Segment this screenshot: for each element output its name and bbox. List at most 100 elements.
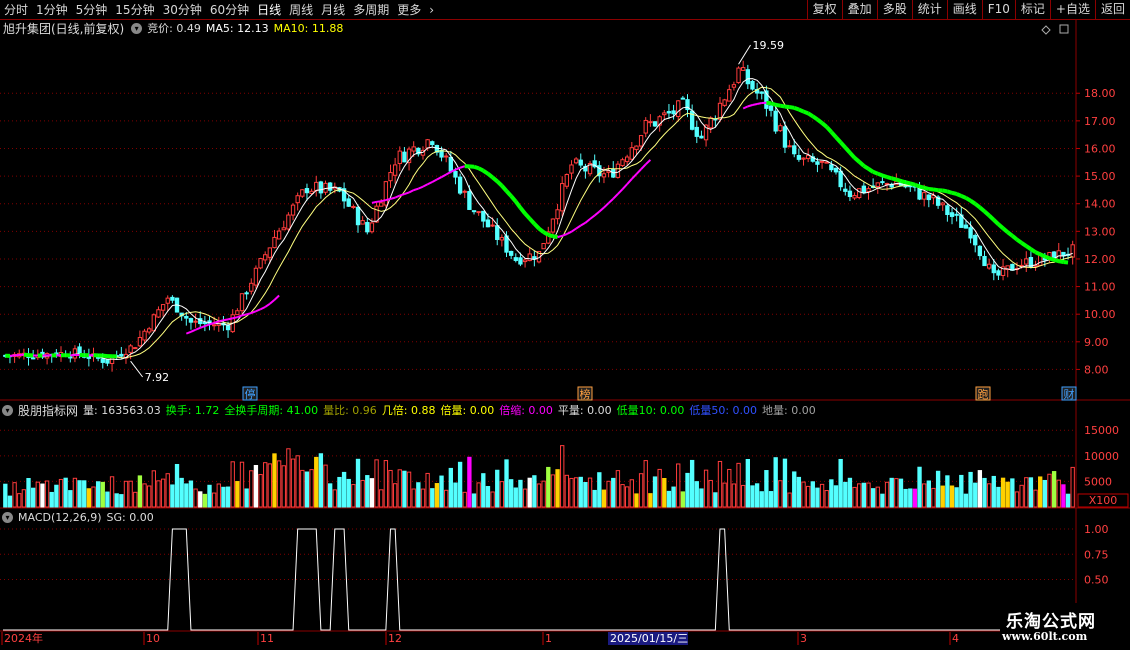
tool-button-8[interactable]: 返回 [1094,0,1130,20]
candle-body [852,195,857,199]
candle-body [991,264,996,274]
candle-body [263,254,268,261]
candle-body [225,325,231,331]
trend-line-segment [594,210,600,217]
candle-body [490,224,495,227]
tool-button-1[interactable]: 叠加 [841,0,877,20]
price-tick-label: 8.00 [1084,363,1109,376]
trend-line-segment [580,221,586,227]
period-tab-10[interactable]: 更多 [393,0,425,20]
candle-body [550,218,556,233]
volume-bar [662,478,667,508]
date-tick-label: 10 [146,632,160,645]
volume-bar [973,482,978,508]
period-tab-0[interactable]: 分时 [0,0,32,20]
period-tab-3[interactable]: 15分钟 [111,0,158,20]
volume-bar [365,475,370,508]
volume-bar [397,469,402,508]
candle-body [392,164,398,176]
date-tick-label: 2024年 [4,631,43,645]
volume-bar [230,461,235,508]
kline-chart[interactable]: 18.0017.0016.0015.0014.0013.0012.0011.00… [0,0,1130,650]
candle-body [518,257,523,265]
trend-line-segment [635,168,642,175]
period-tab-5[interactable]: 60分钟 [206,0,253,20]
circle-dropdown-icon[interactable]: ▾ [2,405,13,416]
candle-body [986,263,992,269]
high-pointer [738,44,751,65]
volume-tick-label: 10000 [1084,450,1119,463]
tool-button-3[interactable]: 统计 [911,0,947,20]
tool-button-0[interactable]: 复权 [806,0,842,20]
tool-button-2[interactable]: 多股 [876,0,912,20]
trend-line-segment [1034,250,1041,257]
candle-body [119,353,124,357]
trend-line-segment [1011,234,1019,242]
trend-line-segment [881,173,888,179]
volume-bar [676,463,681,508]
volume-bar [253,464,259,508]
period-tab-2[interactable]: 5分钟 [72,0,112,20]
volume-bar [383,460,389,508]
trend-line-segment [825,125,833,134]
trend-line-segment [617,188,624,195]
candle-body [541,242,546,250]
event-marker-label: 跑 [978,387,989,401]
tool-button-4[interactable]: 画线 [946,0,982,20]
trend-line-segment [951,190,958,196]
stock-title[interactable]: 旭升集团(日线,前复权) [3,20,124,38]
candle-body [940,202,945,206]
candle-body [522,259,528,263]
candle-body [513,257,518,261]
volume-bar [991,475,996,508]
trend-line-segment [473,164,480,171]
volume-bar [1061,484,1066,508]
trend-line-segment [645,159,652,166]
circle-dropdown-icon[interactable]: ▾ [2,512,13,523]
candle-body [717,102,723,120]
volume-bar [1065,493,1071,508]
volume-bar [1070,466,1075,508]
volume-bar [490,491,495,508]
trend-line-segment [584,218,591,224]
trend-line-segment [829,130,838,139]
candle-body [202,321,208,325]
candle-body [267,247,273,258]
candle-body [945,205,950,215]
trend-line-segment [528,217,536,226]
volume-bar [216,483,221,508]
volume-bar [652,476,658,508]
volume-bar [977,470,983,508]
candle-body [843,188,848,192]
trend-line-segment [427,181,433,186]
volume-bar [866,482,871,508]
period-tab-7[interactable]: 周线 [285,0,317,20]
volume-bar [165,473,170,508]
circle-dropdown-icon[interactable]: ▾ [131,23,143,34]
function-toolbar: 复权 叠加 多股 统计 画线 F10 标记 +自选 返回 [806,0,1130,20]
chevron-right-icon[interactable]: › [425,0,438,20]
period-tab-8[interactable]: 月线 [317,0,349,20]
date-tick-label: 11 [260,632,274,645]
volume-bar [286,448,291,508]
volume-bar [337,476,342,508]
volume-bar [1042,479,1048,508]
tool-button-7[interactable]: +自选 [1049,0,1095,20]
volume-bar [792,471,797,508]
trend-line-segment [969,199,977,206]
volume-bar [583,482,588,508]
period-tab-9[interactable]: 多周期 [349,0,393,20]
volume-bar [768,491,774,508]
macd-title[interactable]: MACD(12,26,9) [18,509,102,527]
period-tab-4[interactable]: 30分钟 [159,0,206,20]
tool-button-5[interactable]: F10 [981,0,1015,20]
tool-button-6[interactable]: 标记 [1014,0,1050,20]
indicator-title[interactable]: 股朋指标网 [18,402,78,420]
square-icon [1059,24,1069,34]
period-tab-1[interactable]: 1分钟 [32,0,72,20]
volume-bar [601,489,607,508]
trend-line-segment [857,160,866,168]
period-tab-6[interactable]: 日线 [253,0,285,20]
ma5-value: MA5: 12.13 [205,22,269,35]
price-tick-label: 10.00 [1084,308,1116,321]
